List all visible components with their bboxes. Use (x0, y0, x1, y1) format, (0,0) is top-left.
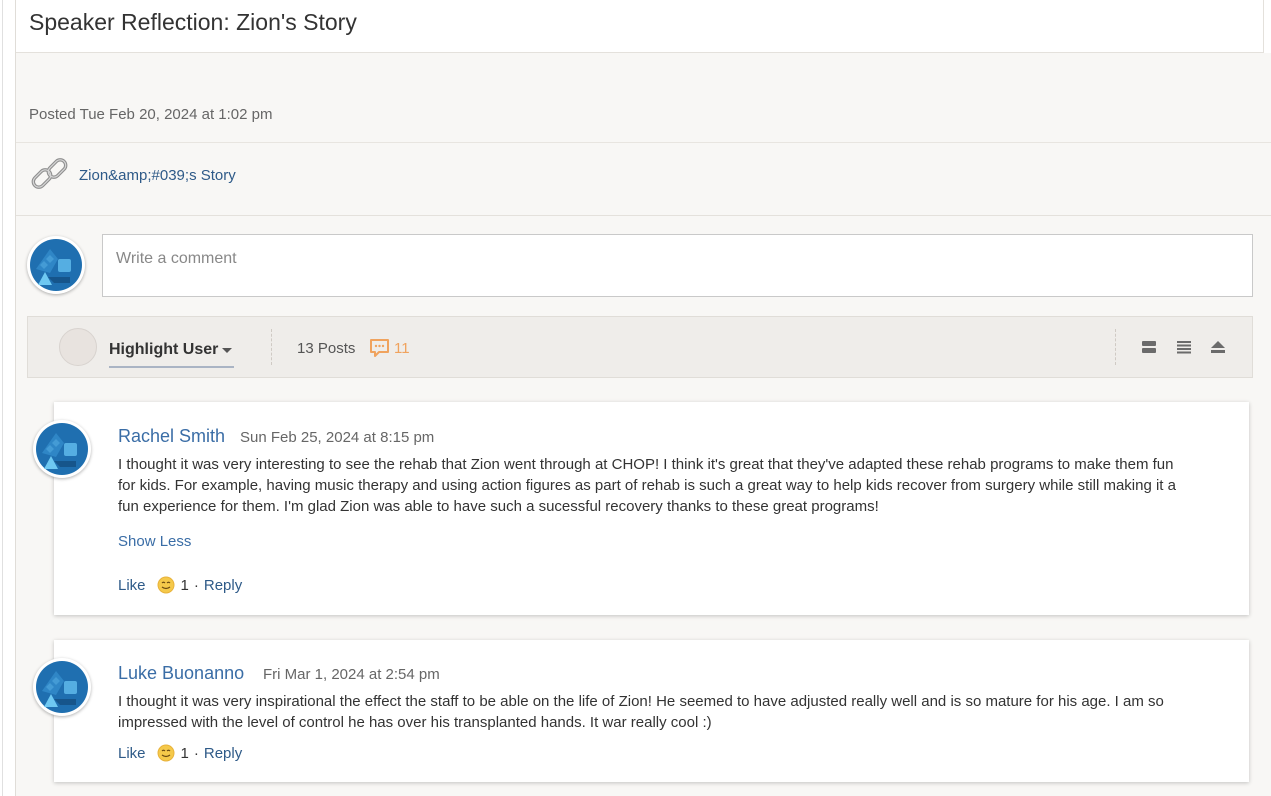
comment-date: Sun Feb 25, 2024 at 8:15 pm (240, 429, 435, 446)
attachment-row: Zion&amp;#039;s Story (16, 143, 1271, 216)
posts-count: 13 Posts (297, 340, 356, 357)
discussion-card: Speaker Reflection: Zion's Story Posted … (15, 0, 1271, 796)
avatar (33, 420, 91, 478)
smiley-reaction-icon[interactable] (157, 576, 175, 594)
highlight-user-avatar (59, 328, 97, 366)
page-title: Speaker Reflection: Zion's Story (29, 9, 357, 35)
divider (1115, 329, 1116, 365)
discussion-toolbar: Highlight User 13 Posts 11 (27, 316, 1253, 378)
comment-actions: Like 1 · Reply (118, 744, 242, 762)
like-button[interactable]: Like (118, 745, 146, 762)
avatar-logo-icon (36, 661, 88, 713)
list-view-icon[interactable] (1176, 339, 1192, 355)
separator: · (193, 576, 199, 594)
comment-actions: Like 1 · Reply (118, 576, 242, 594)
comment-body: I thought it was very interesting to see… (118, 456, 1176, 515)
avatar (27, 236, 85, 294)
reply-button[interactable]: Reply (204, 745, 242, 762)
smiley-reaction-icon[interactable] (157, 744, 175, 762)
comment-bubble-icon (370, 339, 389, 357)
reaction-count: 1 (180, 576, 189, 594)
comment-card: Luke Buonanno Fri Mar 1, 2024 at 2:54 pm… (33, 640, 1249, 782)
avatar-logo-icon (30, 239, 82, 291)
link-chain-icon (31, 158, 68, 189)
comments-section: Write a comment Highlight User 13 Posts … (16, 216, 1271, 796)
comment-author[interactable]: Rachel Smith (118, 426, 225, 447)
comment-card: Rachel Smith Sun Feb 25, 2024 at 8:15 pm… (33, 402, 1249, 615)
show-less-link[interactable]: Show Less (118, 533, 191, 550)
chevron-down-icon (222, 348, 232, 353)
title-bar: Speaker Reflection: Zion's Story (16, 0, 1264, 53)
collapse-icon[interactable] (1210, 339, 1226, 355)
comment-input[interactable]: Write a comment (102, 234, 1253, 297)
comment-count: 11 (394, 340, 410, 357)
comment-author[interactable]: Luke Buonanno (118, 663, 244, 684)
post-meta: Posted Tue Feb 20, 2024 at 1:02 pm (16, 53, 1271, 143)
reaction-count: 1 (180, 744, 189, 762)
separator: · (193, 744, 199, 762)
avatar-logo-icon (36, 423, 88, 475)
like-button[interactable]: Like (118, 577, 146, 594)
comment-date: Fri Mar 1, 2024 at 2:54 pm (263, 666, 440, 683)
highlight-user-label: Highlight User (109, 341, 219, 358)
attachment-link[interactable]: Zion&amp;#039;s Story (79, 167, 236, 184)
avatar (33, 658, 91, 716)
comment-body: I thought it was very inspirational the … (118, 693, 1164, 731)
highlight-user-dropdown[interactable]: Highlight User (109, 331, 234, 368)
divider (271, 329, 272, 365)
reply-button[interactable]: Reply (204, 577, 242, 594)
posted-date: Posted Tue Feb 20, 2024 at 1:02 pm (29, 106, 273, 123)
page-border (2, 0, 3, 796)
card-view-icon[interactable] (1141, 339, 1157, 355)
